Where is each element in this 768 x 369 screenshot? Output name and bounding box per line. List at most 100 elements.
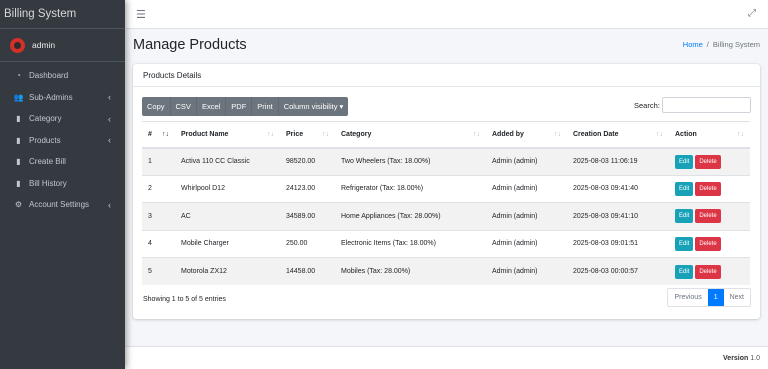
action-cell: Edit Delete (669, 147, 750, 175)
column-header[interactable]: Added by ↑↓ (486, 121, 567, 149)
file-icon: ▮ (16, 135, 21, 145)
column-header-label: Product Name (181, 130, 229, 138)
delete-button[interactable]: Delete (695, 154, 721, 169)
delete-button[interactable]: Delete (695, 209, 721, 224)
pagination-next[interactable]: Next (724, 289, 750, 306)
sidebar-item-category[interactable]: ▮ Category ‹ (0, 108, 125, 130)
sidebar: Billing System admin ◔ Dashboard 👥 Sub-Admi… (0, 0, 125, 369)
products-card: Products Details Copy CSV Excel PDF Print Col… (133, 64, 760, 319)
sidebar-item-products[interactable]: ▮ Products ‹ (0, 130, 125, 152)
pagination: Previous 1 Next (667, 288, 751, 307)
table-cell: 2 (142, 174, 175, 203)
edit-button[interactable]: Edit (675, 181, 694, 196)
pagination-page-1[interactable]: 1 (707, 289, 724, 306)
file-icon: ▮ (16, 178, 21, 188)
export-button-csv[interactable]: CSV (171, 97, 197, 116)
table-cell: Activa 110 CC Classic (175, 147, 280, 175)
sort-icon: ↑↓ (737, 130, 744, 138)
card-title: Products Details (133, 64, 760, 87)
top-navbar: ☰ ⤢ (125, 0, 768, 29)
products-table: # ↑↓ Product Name ↑↓ Price ↑↓ Category ↑↓ Added … (142, 121, 750, 285)
sort-icon: ↑↓ (554, 130, 561, 138)
column-header[interactable]: Price ↑↓ (280, 121, 335, 149)
sidebar-item-label: Create Bill (29, 157, 66, 167)
chevron-left-icon: ‹ (108, 135, 111, 146)
avatar (10, 37, 25, 53)
sidebar-item-label: Category (29, 114, 62, 124)
sort-icon: ↑↓ (267, 130, 274, 138)
edit-button[interactable]: Edit (675, 154, 694, 169)
export-button-group: Copy CSV Excel PDF Print Column visibility ▾ (142, 97, 349, 116)
sidebar-item-create-bill[interactable]: ▮ Create Bill (0, 151, 125, 173)
column-header[interactable]: # ↑↓ (142, 121, 175, 149)
users-icon: 👥 (13, 92, 24, 102)
version-label: Version (723, 355, 749, 362)
table-cell: 2025-08-03 00:00:57 (567, 257, 669, 285)
export-button-print[interactable]: Print (252, 97, 279, 116)
column-header-label: Creation Date (573, 130, 619, 138)
fullscreen-icon[interactable]: ⤢ (748, 8, 756, 19)
search-input[interactable] (662, 97, 751, 113)
table-cell: 5 (142, 257, 175, 285)
export-button-excel[interactable]: Excel (197, 97, 227, 116)
table-cell: 24123.00 (280, 174, 335, 203)
page-title: Manage Products (133, 37, 247, 53)
action-cell: Edit Delete (669, 257, 750, 285)
breadcrumb-home-link[interactable]: Home (683, 40, 703, 49)
version-text: Version 1.0 (723, 355, 760, 362)
table-cell: Two Wheelers (Tax: 18.00%) (335, 147, 486, 175)
table-cell: Admin (admin) (486, 174, 567, 203)
export-button-column-visibility[interactable]: Column visibility ▾ (279, 97, 349, 116)
export-button-copy[interactable]: Copy (142, 97, 171, 116)
table-cell: 4 (142, 229, 175, 258)
table-cell: Whirlpool D12 (175, 174, 280, 203)
delete-button[interactable]: Delete (695, 181, 721, 196)
sidebar-item-label: Products (29, 135, 61, 145)
sidebar-item-label: Account Settings (29, 200, 90, 210)
table-cell: 34589.00 (280, 202, 335, 230)
table-cell: Refrigerator (Tax: 18.00%) (335, 174, 486, 203)
column-header-label: # (148, 130, 152, 138)
footer: Version 1.0 (125, 346, 768, 369)
column-header-label: Category (341, 130, 372, 138)
breadcrumb-current: Billing System (712, 40, 760, 49)
user-panel[interactable]: admin (0, 29, 125, 62)
column-header[interactable]: Category ↑↓ (335, 121, 486, 149)
table-cell: 98520.00 (280, 147, 335, 175)
table-cell: 2025-08-03 09:01:51 (567, 229, 669, 258)
delete-button[interactable]: Delete (695, 264, 721, 279)
column-header-label: Price (286, 130, 304, 138)
sidebar-item-account-settings[interactable]: ⚙ Account Settings ‹ (0, 194, 125, 216)
sidebar-item-bill-history[interactable]: ▮ Bill History (0, 173, 125, 195)
table-cell: 2025-08-03 11:06:19 (567, 147, 669, 175)
brand-link[interactable]: Billing System (0, 0, 125, 29)
edit-button[interactable]: Edit (675, 209, 694, 224)
sidebar-nav: ◔ Dashboard 👥 Sub-Admins ‹ ▮ Category ‹ ▮ Product… (0, 65, 125, 216)
column-header[interactable]: Action ↑↓ (669, 121, 750, 149)
export-button-pdf[interactable]: PDF (226, 97, 253, 116)
table-cell: Admin (admin) (486, 229, 567, 258)
table-row: 5 Motorola ZX12 14458.00 Mobiles (Tax: 28.0… (142, 257, 750, 285)
sidebar-item-dashboard[interactable]: ◔ Dashboard (0, 65, 125, 87)
sidebar-item-label: Bill History (29, 178, 67, 188)
table-header-row: # ↑↓ Product Name ↑↓ Price ↑↓ Category ↑↓ Added … (142, 121, 750, 149)
table-cell: Mobile Charger (175, 229, 280, 258)
edit-button[interactable]: Edit (675, 236, 694, 251)
column-header[interactable]: Creation Date ↑↓ (567, 121, 669, 149)
table-cell: Home Appliances (Tax: 28.00%) (335, 202, 486, 230)
column-header[interactable]: Product Name ↑↓ (175, 121, 280, 149)
column-header-label: Action (675, 130, 697, 138)
version-number: 1.0 (750, 355, 760, 362)
sort-icon: ↑↓ (656, 130, 663, 138)
sort-icon: ↑↓ (322, 130, 329, 138)
table-info: Showing 1 to 5 of 5 entries (143, 296, 226, 303)
sidebar-item-label: Sub-Admins (29, 92, 73, 102)
edit-button[interactable]: Edit (675, 264, 694, 279)
sidebar-item-label: Dashboard (29, 71, 69, 81)
delete-button[interactable]: Delete (695, 236, 721, 251)
table-cell: Mobiles (Tax: 28.00%) (335, 257, 486, 285)
table-cell: 2025-08-03 09:41:10 (567, 202, 669, 230)
sidebar-item-sub-admins[interactable]: 👥 Sub-Admins ‹ (0, 87, 125, 109)
pagination-previous[interactable]: Previous (668, 289, 707, 306)
menu-toggle-icon[interactable]: ☰ (136, 8, 146, 21)
